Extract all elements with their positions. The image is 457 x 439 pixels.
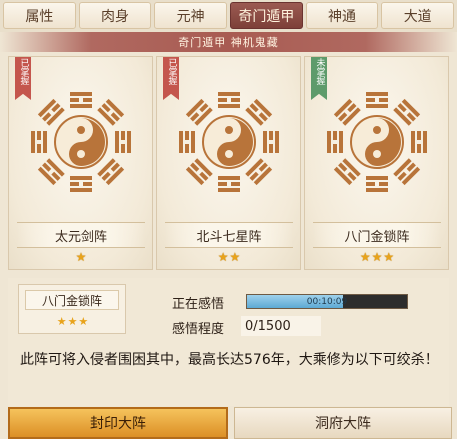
tab-attributes[interactable]: 属性: [3, 2, 76, 29]
formation-detail-panel: 八门金锁阵 ★★★ 正在感悟 00:10:09 感悟程度 0/1500 此阵可将…: [8, 278, 449, 406]
formation-name: 八门金锁阵: [313, 222, 441, 248]
comprehending-label: 正在感悟: [172, 297, 225, 312]
comprehension-level-value: 0/1500: [241, 316, 321, 336]
tab-spirit[interactable]: 元神: [154, 2, 228, 29]
seal-formation-tab[interactable]: 封印大阵: [8, 407, 228, 439]
formation-card-taiyuan[interactable]: 已掌握 太元剑阵 ★: [8, 56, 153, 270]
star-rating: ★: [75, 250, 88, 264]
unmastered-tag: 未掌握: [311, 57, 327, 100]
tab-divine-power[interactable]: 神通: [305, 2, 379, 29]
formation-card-list: 已掌握 太元剑阵 ★ 已掌握 北斗七星阵 ★★ 未掌握 八门金锁阵 ★★★: [8, 56, 449, 270]
timer-text: 00:10:09: [306, 296, 348, 307]
cave-formation-tab[interactable]: 洞府大阵: [234, 407, 452, 439]
formation-card-beidou[interactable]: 已掌握 北斗七星阵 ★★: [156, 56, 301, 270]
comprehension-progress-bar: 00:10:09: [246, 294, 408, 309]
bagua-yinyang-icon: [327, 92, 427, 192]
star-rating: ★★: [217, 250, 242, 264]
mastered-tag: 已掌握: [15, 57, 31, 100]
bagua-yinyang-icon: [31, 92, 131, 192]
formation-name: 太元剑阵: [17, 222, 145, 248]
formation-name: 北斗七星阵: [165, 222, 293, 248]
comprehension-level-label: 感悟程度: [172, 322, 225, 337]
star-rating: ★★★: [359, 250, 396, 264]
selected-formation-card: 八门金锁阵 ★★★: [18, 284, 126, 334]
selected-formation-name: 八门金锁阵: [25, 290, 119, 310]
formation-description: 此阵可将入侵者围困其中，最高长达576年，大乘修为以下可绞杀！: [20, 352, 439, 368]
tab-qimen-dunjia[interactable]: 奇门遁甲: [230, 2, 303, 29]
tab-body[interactable]: 肉身: [78, 2, 152, 29]
selected-formation-stars: ★★★: [56, 315, 90, 328]
bagua-yinyang-icon: [179, 92, 279, 192]
mastered-tag: 已掌握: [163, 57, 179, 100]
tab-great-dao[interactable]: 大道: [381, 2, 455, 29]
formation-card-bamen[interactable]: 未掌握 八门金锁阵 ★★★: [304, 56, 449, 270]
section-banner: 奇门遁甲 神机鬼藏: [0, 32, 457, 52]
top-tab-bar: 属性 肉身 元神 奇门遁甲 神通 大道: [0, 0, 457, 32]
